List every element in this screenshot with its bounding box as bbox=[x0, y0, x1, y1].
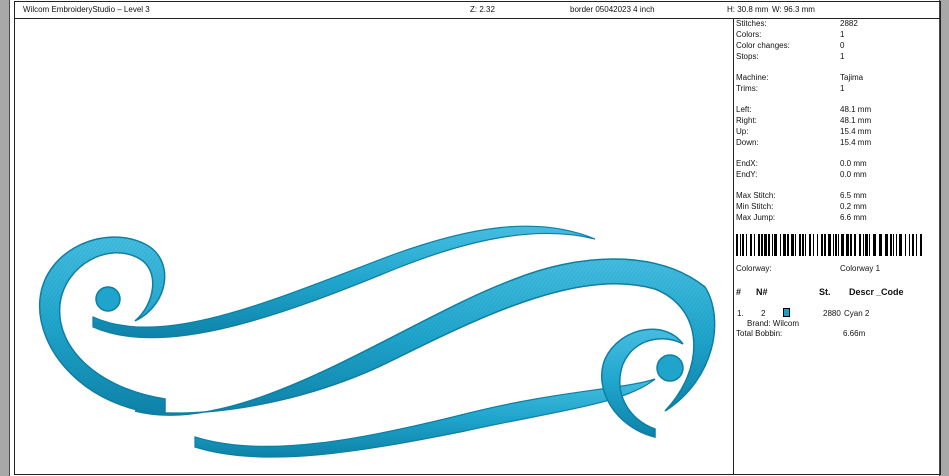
design-height: H: 30.8 mm bbox=[727, 5, 769, 14]
worksheet-header: Wilcom EmbroideryStudio – Level 3 Z: 2.3… bbox=[15, 2, 940, 19]
stitch-info-panel: Stitches: 2882 Colors: 1 Color changes: 0 S… bbox=[735, 19, 941, 475]
zoom-readout: Z: 2.32 bbox=[470, 5, 495, 14]
design-barcode bbox=[736, 234, 923, 256]
design-name: border 05042023 4 inch bbox=[570, 5, 655, 14]
machine-row: Trims: 1 bbox=[736, 84, 845, 93]
colorway-row: Colorway: Colorway 1 bbox=[736, 264, 881, 273]
stat-row: Stitches: 2882 bbox=[736, 19, 858, 28]
thread-color-swatch bbox=[783, 308, 790, 317]
limit-row: Max Jump: 6.6 mm bbox=[736, 213, 867, 222]
scroll-lower-tendril bbox=[194, 378, 656, 458]
stat-row: Stops: 1 bbox=[736, 52, 845, 61]
stat-row: Colors: 1 bbox=[736, 30, 845, 39]
end-row: EndY: 0.0 mm bbox=[736, 170, 867, 179]
extent-row: Up: 15.4 mm bbox=[736, 127, 872, 136]
embroidery-design-scroll bbox=[38, 225, 716, 458]
limit-row: Max Stitch: 6.5 mm bbox=[736, 191, 867, 200]
barcode-bar bbox=[920, 234, 922, 256]
app-title: Wilcom EmbroideryStudio – Level 3 bbox=[23, 5, 150, 14]
extent-row: Left: 48.1 mm bbox=[736, 105, 872, 114]
production-worksheet: Wilcom EmbroideryStudio – Level 3 Z: 2.3… bbox=[14, 1, 941, 475]
limit-row: Min Stitch: 0.2 mm bbox=[736, 202, 867, 211]
design-preview bbox=[15, 19, 734, 475]
thread-table-header: # N# St. Descr _Code bbox=[736, 287, 904, 297]
thread-brand: Brand: Wilcom bbox=[747, 319, 800, 328]
extent-row: Down: 15.4 mm bbox=[736, 138, 872, 147]
design-width: W: 96.3 mm bbox=[772, 5, 815, 14]
machine-row: Machine: Tajima bbox=[736, 73, 864, 82]
end-row: EndX: 0.0 mm bbox=[736, 159, 867, 168]
stat-row: Color changes: 0 bbox=[736, 41, 845, 50]
bobbin-row: Total Bobbin: 6.66m bbox=[736, 329, 866, 338]
extent-row: Right: 48.1 mm bbox=[736, 116, 872, 125]
